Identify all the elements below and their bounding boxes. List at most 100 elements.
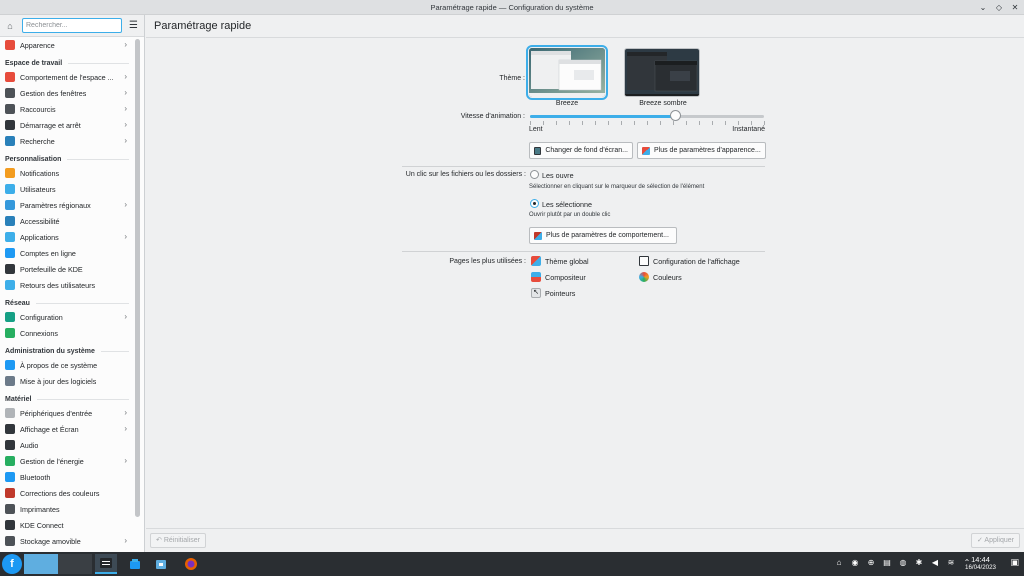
sidebar-item[interactable]: Affichage et Écran › [0, 421, 135, 437]
close-icon[interactable]: ✕ [1010, 0, 1020, 15]
sidebar-item-label: Recherche [20, 136, 55, 146]
theme-thumb-breeze[interactable] [526, 45, 608, 100]
link-colors-label: Couleurs [653, 272, 682, 282]
sidebar-item[interactable]: Bluetooth [0, 469, 135, 485]
sidebar-item[interactable]: Connexions [0, 325, 135, 341]
discover-icon [130, 559, 140, 569]
restore-icon[interactable]: ◇ [994, 0, 1004, 15]
sidebar-item[interactable]: Accessibilité [0, 213, 135, 229]
global-theme-icon [531, 256, 541, 266]
reset-button[interactable]: ↶ Réinitialiser [150, 533, 206, 548]
sidebar-item[interactable]: Paramètres régionaux › [0, 197, 135, 213]
more-behavior-button[interactable]: Plus de paramètres de comportement... [529, 227, 677, 244]
sidebar-list: Apparence › Espace de travail Comportement … [0, 37, 135, 549]
animation-slider[interactable] [530, 115, 764, 118]
sidebar-scrollbar[interactable] [135, 39, 141, 519]
window-title: Paramétrage rapide — Configuration du sy… [430, 3, 594, 12]
task-firefox[interactable] [180, 554, 202, 574]
sidebar-section-heading: Administration du système [0, 341, 135, 357]
update-icon [5, 376, 15, 386]
pager-desktop-2[interactable] [58, 554, 92, 574]
feedback-icon [5, 280, 15, 290]
home-icon[interactable]: ⌂ [3, 19, 17, 33]
kde-connect-tray-icon[interactable]: ◉ [850, 558, 860, 567]
sidebar-item[interactable]: Corrections des couleurs [0, 485, 135, 501]
section-divider [68, 63, 129, 64]
task-system-settings[interactable] [95, 554, 117, 574]
link-compositor[interactable]: Compositeur [531, 272, 586, 282]
sidebar-item[interactable]: Notifications [0, 165, 135, 181]
sidebar-item[interactable]: Comportement de l'espace ... › [0, 69, 135, 85]
clock[interactable]: 14:44 16/04/2023 [965, 555, 996, 571]
volume-tray-icon[interactable]: ◀ [930, 558, 940, 567]
wifi-tray-icon[interactable]: ≋ [946, 558, 956, 567]
sidebar-item[interactable]: Raccourcis › [0, 101, 135, 117]
bluetooth-tray-icon[interactable]: ✱ [914, 558, 924, 567]
change-wallpaper-button[interactable]: Changer de fond d'écran... [529, 142, 633, 159]
slider-tick [738, 121, 739, 125]
sidebar-item[interactable]: KDE Connect [0, 517, 135, 533]
updates-tray-icon[interactable]: ⊕ [866, 558, 876, 567]
wallpaper-icon [534, 146, 542, 155]
link-colors[interactable]: Couleurs [639, 272, 682, 282]
task-discover[interactable] [124, 554, 146, 574]
radio-select-label[interactable]: Les sélectionne [542, 200, 592, 209]
display-config-tray-icon[interactable]: ⌂ [834, 558, 844, 567]
radio-open-label[interactable]: Les ouvre [542, 171, 574, 180]
more-behavior-label: Plus de paramètres de comportement... [546, 232, 669, 239]
slider-tick [712, 121, 713, 125]
link-pointers-label: Pointeurs [545, 288, 576, 298]
slider-tick [595, 121, 596, 125]
animation-slider-handle[interactable] [670, 110, 682, 121]
pager-desktop-1[interactable] [24, 554, 58, 574]
sidebar-item[interactable]: Démarrage et arrêt › [0, 117, 135, 133]
appearance-icon [5, 40, 15, 50]
color-correction-icon [5, 488, 15, 498]
sidebar-item-label: Paramètres régionaux [20, 200, 91, 210]
behavior-icon [534, 231, 542, 240]
breeze-preview-image [529, 48, 605, 97]
sidebar-item-label: Gestion de l'énergie [20, 456, 84, 466]
sidebar-item[interactable]: Recherche › [0, 133, 135, 149]
sidebar-item[interactable]: Apparence › [0, 37, 135, 53]
radio-select[interactable] [530, 199, 539, 208]
link-display-config[interactable]: Configuration de l'affichage [639, 256, 740, 266]
radio-open[interactable] [530, 170, 539, 179]
sidebar-item[interactable]: Applications › [0, 229, 135, 245]
link-global-theme[interactable]: Thème global [531, 256, 589, 266]
clipboard-tray-icon[interactable]: ▤ [882, 558, 892, 567]
window-titlebar: Paramétrage rapide — Configuration du sy… [0, 0, 1024, 15]
sidebar-item[interactable]: Portefeuille de KDE [0, 261, 135, 277]
more-appearance-button[interactable]: Plus de paramètres d'apparence... [637, 142, 766, 159]
sidebar-item[interactable]: Utilisateurs [0, 181, 135, 197]
sidebar-item-label: À propos de ce système [20, 360, 98, 370]
slider-tick [673, 121, 674, 125]
show-desktop-icon[interactable]: ▣ [1010, 557, 1019, 568]
sidebar-scrollbar-thumb[interactable] [135, 39, 140, 517]
chevron-down-icon[interactable]: ⌄ [978, 0, 988, 15]
network-tray-icon[interactable]: ◍ [898, 558, 908, 567]
sidebar-item[interactable]: Stockage amovible › [0, 533, 135, 549]
chevron-right-icon: › [124, 40, 127, 49]
sidebar-item[interactable]: Configuration › [0, 309, 135, 325]
theme-thumb-breeze-dark[interactable] [624, 48, 700, 97]
sidebar-item[interactable]: Mise à jour des logiciels [0, 373, 135, 389]
task-dolphin[interactable] [150, 554, 172, 574]
sidebar-item[interactable]: Gestion de l'énergie › [0, 453, 135, 469]
sidebar-item[interactable]: Comptes en ligne [0, 245, 135, 261]
sidebar-item[interactable]: Périphériques d'entrée › [0, 405, 135, 421]
hamburger-menu-icon[interactable]: ☰ [129, 20, 138, 31]
sidebar-item[interactable]: Audio [0, 437, 135, 453]
app-launcher-icon[interactable]: f [2, 554, 22, 574]
startup-icon [5, 120, 15, 130]
sidebar-item-label: Connexions [20, 328, 58, 338]
sidebar-item[interactable]: Gestion des fenêtres › [0, 85, 135, 101]
sidebar-item[interactable]: À propos de ce système [0, 357, 135, 373]
link-pointers[interactable]: ↖ Pointeurs [531, 288, 575, 298]
search-input[interactable] [22, 18, 122, 33]
sidebar-item[interactable]: Retours des utilisateurs [0, 277, 135, 293]
sidebar-item[interactable]: Imprimantes [0, 501, 135, 517]
cursor-icon: ↖ [531, 288, 541, 298]
section-divider [100, 351, 129, 352]
apply-button[interactable]: ✓ Appliquer [970, 533, 1020, 548]
